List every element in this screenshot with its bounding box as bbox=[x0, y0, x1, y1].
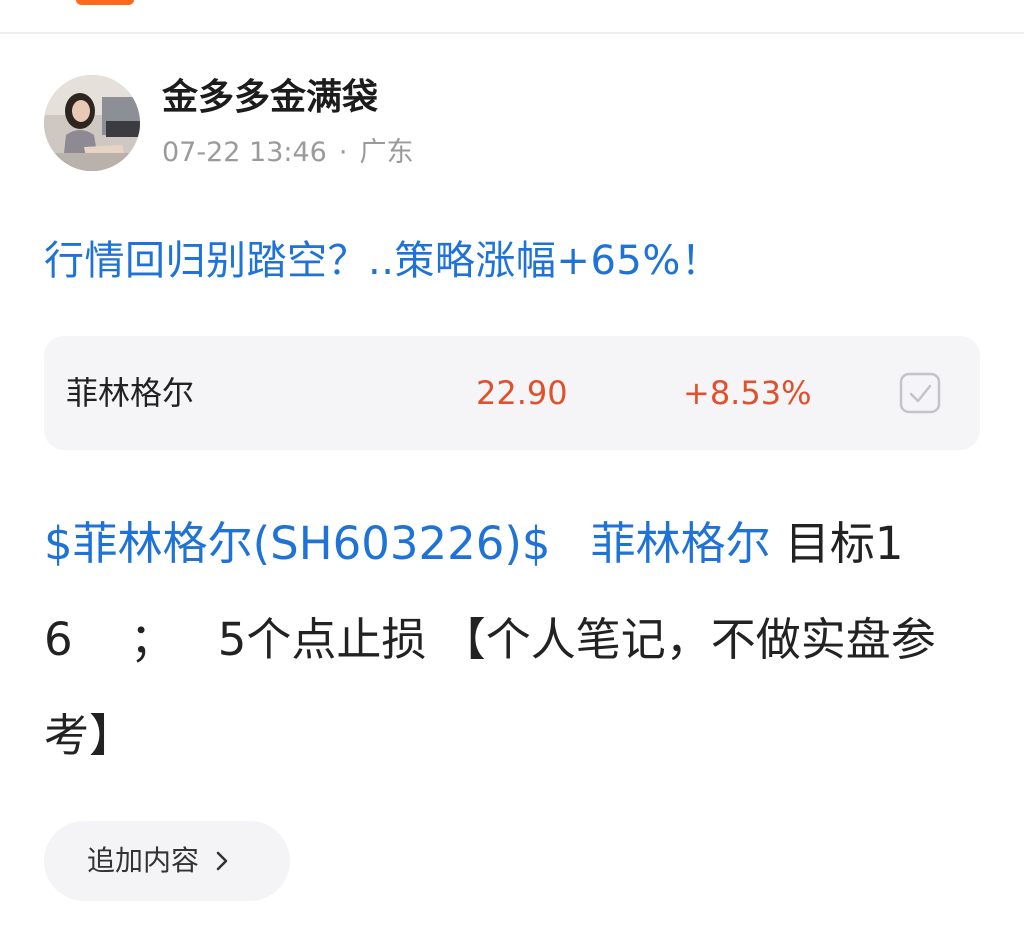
top-bar bbox=[0, 0, 1024, 33]
checkbox-icon[interactable] bbox=[899, 372, 941, 414]
add-content-button[interactable]: 追加内容 bbox=[44, 821, 290, 901]
post-meta: 07-22 13:46 · 广东 bbox=[162, 134, 413, 172]
stock-mention-link[interactable]: 菲林格尔 bbox=[591, 517, 771, 570]
top-accent-tab[interactable] bbox=[76, 0, 134, 5]
chevron-right-icon bbox=[216, 851, 228, 871]
add-content-label: 追加内容 bbox=[87, 844, 200, 877]
stock-quote-card[interactable]: 菲林格尔 22.90 +8.53% bbox=[44, 336, 980, 450]
post-date: 07-22 13:46 bbox=[162, 137, 327, 168]
stock-name: 菲林格尔 bbox=[66, 374, 195, 412]
stock-change: +8.53% bbox=[683, 374, 812, 412]
top-divider bbox=[0, 32, 1024, 34]
post-body: $菲林格尔(SH603226)$ 菲林格尔 目标16 ； 5个点止损 【个人笔记，… bbox=[44, 496, 984, 784]
stock-price: 22.90 bbox=[476, 374, 568, 412]
stock-tag-link[interactable]: $菲林格尔(SH603226)$ bbox=[44, 517, 551, 570]
post-title-link[interactable]: 行情回归别踏空？..策略涨幅+65%！ bbox=[44, 233, 984, 289]
author-avatar[interactable] bbox=[44, 75, 140, 171]
meta-separator: · bbox=[338, 137, 348, 168]
body-text-note: 5个点止损 【个人笔记，不做实盘参考】 bbox=[44, 613, 936, 762]
author-name[interactable]: 金多多金满袋 bbox=[162, 74, 378, 122]
body-separator: ； bbox=[129, 613, 175, 666]
avatar-photo-icon bbox=[44, 75, 140, 171]
post-location: 广东 bbox=[359, 137, 414, 168]
